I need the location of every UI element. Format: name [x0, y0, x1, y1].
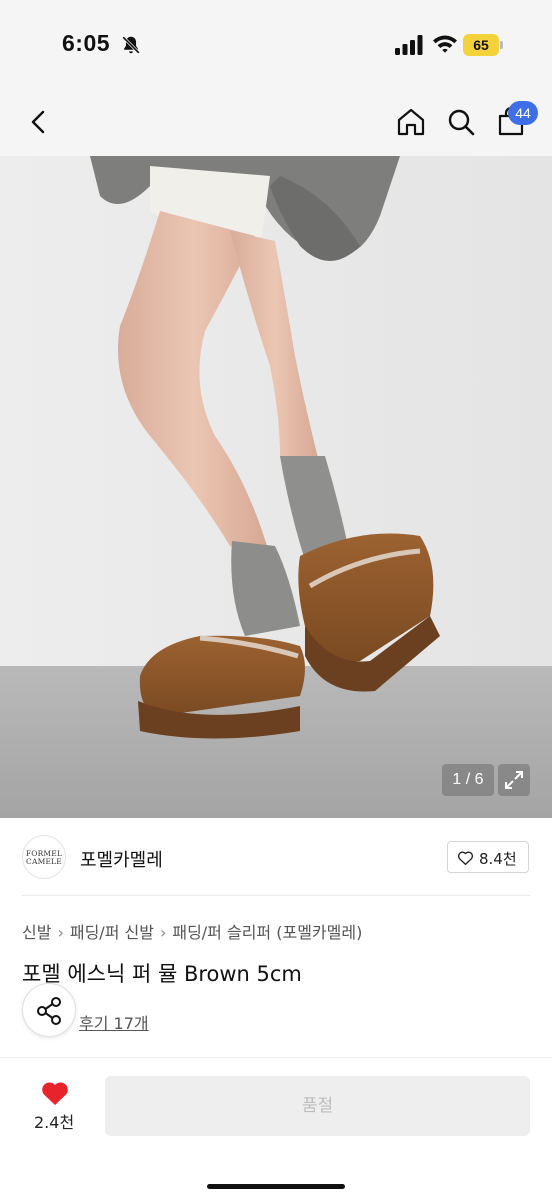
heart-outline-icon	[457, 851, 474, 866]
search-icon[interactable]	[444, 105, 478, 139]
brand-name[interactable]: 포멜카멜레	[80, 846, 163, 872]
share-button[interactable]	[22, 983, 76, 1037]
bell-slash-icon	[122, 36, 140, 54]
brand-logo[interactable]: FORMEL CAMELE	[22, 835, 66, 879]
brand-row[interactable]: FORMEL CAMELE 포멜카멜레 8.4천	[0, 818, 552, 896]
image-counter: 1 / 6	[442, 764, 494, 796]
chevron-right-icon: ›	[159, 923, 167, 942]
product-photo-illustration	[0, 156, 552, 818]
breadcrumb-item-padding-fur-slippers[interactable]: 패딩/퍼 슬리퍼 (포멜카멜레)	[172, 919, 362, 943]
heart-filled-icon[interactable]	[40, 1079, 70, 1107]
product-image[interactable]	[0, 156, 552, 818]
home-indicator	[207, 1184, 345, 1189]
breadcrumb-item-padding-fur-shoes[interactable]: 패딩/퍼 신발	[70, 919, 154, 943]
breadcrumb-item-shoes[interactable]: 신발	[22, 919, 51, 943]
expand-icon	[505, 771, 523, 789]
share-icon	[37, 997, 61, 1025]
brand-like-button[interactable]: 8.4천	[447, 841, 529, 873]
divider	[22, 895, 530, 896]
status-bar: 6:05 65	[0, 0, 552, 88]
reviews-link[interactable]: 후기 17개	[79, 1010, 149, 1034]
status-time: 6:05	[62, 30, 111, 56]
chevron-right-icon: ›	[57, 923, 64, 942]
brand-like-count: 8.4천	[479, 850, 517, 868]
expand-button[interactable]	[498, 764, 530, 796]
wifi-icon	[433, 35, 457, 53]
cellular-signal-icon	[395, 35, 423, 55]
battery-level: 65	[463, 34, 499, 56]
wishlist-count: 2.4천	[34, 1113, 75, 1132]
battery-icon: 65	[463, 34, 503, 56]
breadcrumb: 신발 › 패딩/퍼 신발 › 패딩/퍼 슬리퍼 (포멜카멜레)	[22, 919, 362, 943]
divider	[0, 1057, 552, 1058]
home-icon[interactable]	[394, 105, 428, 139]
top-nav-bar	[0, 88, 552, 156]
cart-count-badge: 44	[508, 101, 538, 125]
sold-out-button[interactable]: 품절	[105, 1076, 530, 1136]
chevron-left-icon[interactable]	[24, 106, 56, 138]
brand-logo-line-2: CAMELE	[26, 857, 62, 866]
